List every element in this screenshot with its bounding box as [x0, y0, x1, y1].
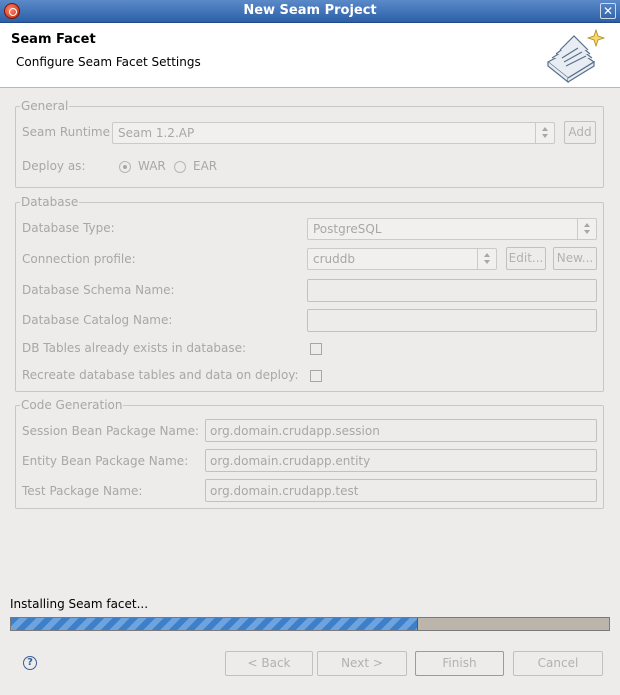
- database-type-label: Database Type:: [22, 221, 115, 235]
- tables-exist-checkbox[interactable]: [310, 343, 322, 355]
- title-bar: New Seam Project ✕: [0, 0, 620, 23]
- test-package-label: Test Package Name:: [22, 484, 143, 498]
- session-package-field[interactable]: org.domain.crudapp.session: [205, 419, 597, 442]
- database-type-value: PostgreSQL: [313, 222, 382, 236]
- connection-profile-select[interactable]: cruddb: [307, 248, 497, 270]
- catalog-name-label: Database Catalog Name:: [22, 313, 173, 327]
- select-arrows-icon: [577, 219, 596, 239]
- general-legend: General: [20, 99, 70, 113]
- general-group: General Seam Runtime Seam 1.2.AP Add Dep…: [15, 99, 604, 188]
- connection-profile-label: Connection profile:: [22, 252, 136, 266]
- seam-runtime-select[interactable]: Seam 1.2.AP: [112, 122, 555, 144]
- next-button[interactable]: Next >: [317, 651, 407, 676]
- wizard-banner-icon: [546, 28, 606, 84]
- progress-bar: [10, 617, 610, 631]
- deploy-as-label: Deploy as:: [22, 159, 86, 173]
- close-icon[interactable]: ✕: [600, 3, 616, 19]
- entity-package-label: Entity Bean Package Name:: [22, 454, 189, 468]
- war-label: WAR: [138, 159, 166, 173]
- tables-exist-label: DB Tables already exists in database:: [22, 341, 247, 355]
- catalog-name-field[interactable]: [307, 309, 597, 332]
- add-runtime-button[interactable]: Add: [564, 121, 596, 144]
- back-button[interactable]: < Back: [225, 651, 313, 676]
- connection-profile-value: cruddb: [313, 252, 355, 266]
- page-subtitle: Configure Seam Facet Settings: [16, 55, 201, 69]
- seam-runtime-value: Seam 1.2.AP: [118, 126, 195, 140]
- schema-name-field[interactable]: [307, 279, 597, 302]
- schema-name-label: Database Schema Name:: [22, 283, 175, 297]
- code-generation-group: Code Generation Session Bean Package Nam…: [15, 398, 604, 509]
- session-package-label: Session Bean Package Name:: [22, 424, 199, 438]
- recreate-tables-label: Recreate database tables and data on dep…: [22, 368, 299, 382]
- window-title: New Seam Project: [243, 3, 377, 18]
- edit-profile-button[interactable]: Edit...: [506, 247, 546, 270]
- select-arrows-icon: [535, 123, 554, 143]
- database-type-select[interactable]: PostgreSQL: [307, 218, 597, 240]
- database-group: Database Database Type: PostgreSQL Conne…: [15, 195, 604, 392]
- cancel-button[interactable]: Cancel: [513, 651, 603, 676]
- new-profile-button[interactable]: New...: [553, 247, 597, 270]
- progress-fill: [11, 618, 418, 630]
- status-text: Installing Seam facet...: [10, 597, 149, 611]
- database-legend: Database: [20, 195, 80, 209]
- ear-label: EAR: [193, 159, 218, 173]
- select-arrows-icon: [477, 249, 496, 269]
- entity-package-field[interactable]: org.domain.crudapp.entity: [205, 449, 597, 472]
- wizard-header: Seam Facet Configure Seam Facet Settings: [0, 23, 620, 88]
- finish-button[interactable]: Finish: [415, 651, 504, 676]
- war-radio[interactable]: [119, 161, 131, 173]
- test-package-field[interactable]: org.domain.crudapp.test: [205, 479, 597, 502]
- recreate-tables-checkbox[interactable]: [310, 370, 322, 382]
- help-icon[interactable]: ?: [23, 656, 37, 670]
- page-title: Seam Facet: [11, 32, 96, 47]
- seam-runtime-label: Seam Runtime: [22, 125, 110, 139]
- code-generation-legend: Code Generation: [20, 398, 124, 412]
- ear-radio[interactable]: [174, 161, 186, 173]
